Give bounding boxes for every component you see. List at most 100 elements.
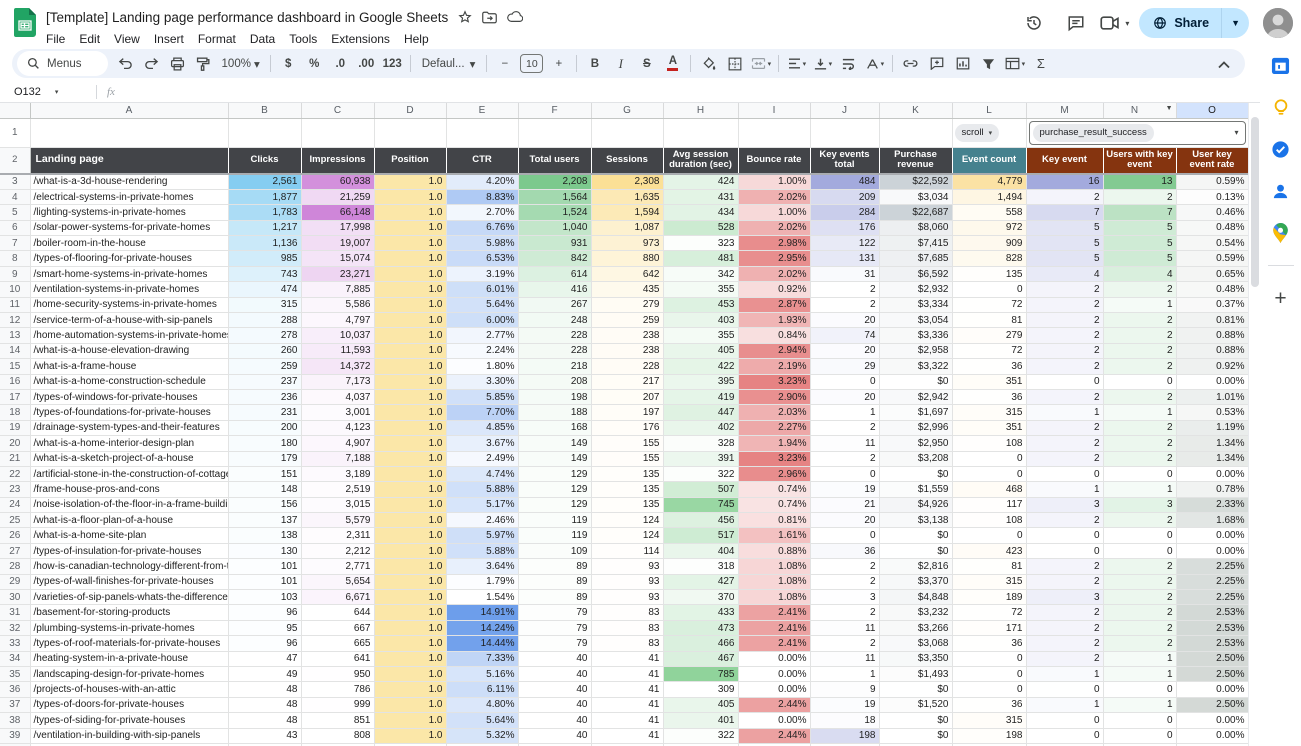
- cell[interactable]: 4,797: [301, 312, 375, 329]
- star-icon[interactable]: [458, 10, 472, 24]
- column-header-C[interactable]: C: [301, 103, 375, 119]
- row-header[interactable]: 2: [0, 147, 31, 175]
- version-history-icon[interactable]: [1016, 8, 1052, 38]
- cell[interactable]: 0.84%: [738, 327, 811, 344]
- cell[interactable]: /what-is-a-home-construction-schedule: [30, 374, 229, 390]
- cell[interactable]: 179: [228, 451, 302, 467]
- cell[interactable]: 49: [228, 666, 302, 683]
- cell[interactable]: 1.0: [374, 297, 447, 314]
- redo-button[interactable]: [139, 51, 164, 76]
- cell[interactable]: 7.70%: [446, 404, 519, 421]
- cell[interactable]: 3.30%: [446, 374, 519, 390]
- row-header[interactable]: 30: [0, 589, 31, 606]
- cell[interactable]: 1.0: [374, 697, 447, 714]
- cell[interactable]: 217: [591, 374, 664, 390]
- cell[interactable]: 468: [952, 481, 1027, 498]
- cell[interactable]: 2: [1026, 635, 1104, 652]
- cell[interactable]: 1.34%: [1176, 451, 1248, 467]
- cell[interactable]: 1.0: [374, 451, 447, 467]
- cell[interactable]: 2: [1103, 389, 1177, 406]
- cell[interactable]: 2.90%: [738, 389, 811, 406]
- cell[interactable]: 1,783: [228, 204, 302, 221]
- cell[interactable]: 2: [1103, 343, 1177, 360]
- zoom-select[interactable]: 100% ▾: [217, 57, 265, 71]
- cell[interactable]: 5,586: [301, 297, 375, 314]
- cell[interactable]: 315: [952, 404, 1027, 421]
- cell[interactable]: 2: [1103, 312, 1177, 329]
- cell[interactable]: 16: [1026, 174, 1104, 190]
- cell[interactable]: 2,519: [301, 481, 375, 498]
- cell[interactable]: 665: [301, 635, 375, 652]
- cell[interactable]: /drainage-system-types-and-their-feature…: [30, 420, 229, 437]
- cell[interactable]: 473: [663, 620, 739, 637]
- cell[interactable]: 0: [952, 651, 1027, 668]
- name-box[interactable]: O132 ▾: [14, 86, 88, 98]
- cell[interactable]: 259: [591, 312, 664, 329]
- menu-help[interactable]: Help: [397, 30, 436, 48]
- share-button[interactable]: Share ▼: [1139, 8, 1249, 38]
- field-header-users_with_key_event[interactable]: Users with key event: [1103, 147, 1177, 175]
- cell[interactable]: 2.44%: [738, 728, 811, 744]
- cell[interactable]: 129: [518, 466, 592, 483]
- cell[interactable]: 434: [663, 204, 739, 221]
- cell[interactable]: 108: [952, 435, 1027, 452]
- cell[interactable]: 401: [663, 712, 739, 729]
- cell[interactable]: 351: [952, 374, 1027, 390]
- cell[interactable]: 2.03%: [738, 404, 811, 421]
- cell[interactable]: 4.80%: [446, 697, 519, 714]
- cell[interactable]: 355: [663, 327, 739, 344]
- cell[interactable]: 2: [810, 281, 880, 298]
- cell[interactable]: 48: [228, 697, 302, 714]
- cell[interactable]: 83: [591, 635, 664, 652]
- cell[interactable]: /types-of-flooring-for-private-houses: [30, 250, 229, 267]
- paint-format-button[interactable]: [191, 51, 216, 76]
- cell[interactable]: /how-is-canadian-technology-different-fr…: [30, 558, 229, 575]
- row-header[interactable]: 36: [0, 681, 31, 698]
- cell[interactable]: 1.0: [374, 220, 447, 237]
- cell[interactable]: 2: [1026, 435, 1104, 452]
- row-header[interactable]: 13: [0, 327, 31, 344]
- cell[interactable]: 1.0: [374, 389, 447, 406]
- cell[interactable]: [879, 118, 953, 148]
- cell[interactable]: 138: [228, 527, 302, 544]
- cell[interactable]: 14.24%: [446, 620, 519, 637]
- cell[interactable]: 20: [810, 312, 880, 329]
- cell[interactable]: 2: [1026, 420, 1104, 437]
- cell[interactable]: /what-is-a-frame-house: [30, 358, 229, 375]
- cell[interactable]: 7.33%: [446, 651, 519, 668]
- cell[interactable]: 0: [952, 666, 1027, 683]
- cell[interactable]: 315: [952, 712, 1027, 729]
- field-header-impressions[interactable]: Impressions: [301, 147, 375, 175]
- cell[interactable]: $3,054: [879, 312, 953, 329]
- cell[interactable]: 0: [1026, 527, 1104, 544]
- cell[interactable]: 228: [591, 358, 664, 375]
- cell[interactable]: 198: [952, 728, 1027, 744]
- cell[interactable]: /frame-house-pros-and-cons: [30, 481, 229, 498]
- cell[interactable]: 2.02%: [738, 220, 811, 237]
- cell[interactable]: [591, 118, 664, 148]
- cell[interactable]: [446, 118, 519, 148]
- cell[interactable]: /plumbing-systems-in-private-homes: [30, 620, 229, 637]
- cell[interactable]: 1,217: [228, 220, 302, 237]
- row-header[interactable]: 20: [0, 435, 31, 452]
- cell[interactable]: 1: [810, 666, 880, 683]
- cell[interactable]: 228: [518, 327, 592, 344]
- cell[interactable]: /what-is-a-3d-house-rendering: [30, 174, 229, 190]
- vertical-scrollbar[interactable]: [1248, 103, 1260, 746]
- cell[interactable]: 1: [1026, 697, 1104, 714]
- cell[interactable]: 41: [591, 651, 664, 668]
- cell[interactable]: 1.0: [374, 712, 447, 729]
- maps-icon[interactable]: [1271, 223, 1291, 243]
- cell[interactable]: 1: [1103, 666, 1177, 683]
- field-header-landing_page[interactable]: Landing page: [30, 147, 229, 175]
- cell[interactable]: 208: [518, 374, 592, 390]
- row-header[interactable]: 23: [0, 481, 31, 498]
- cell[interactable]: 1,524: [518, 204, 592, 221]
- cell[interactable]: 2: [810, 635, 880, 652]
- cell[interactable]: 0: [952, 451, 1027, 467]
- cell[interactable]: 1.08%: [738, 558, 811, 575]
- cell[interactable]: 5,654: [301, 574, 375, 591]
- cell[interactable]: 808: [301, 728, 375, 744]
- menu-format[interactable]: Format: [191, 30, 243, 48]
- cell[interactable]: 0.92%: [1176, 358, 1248, 375]
